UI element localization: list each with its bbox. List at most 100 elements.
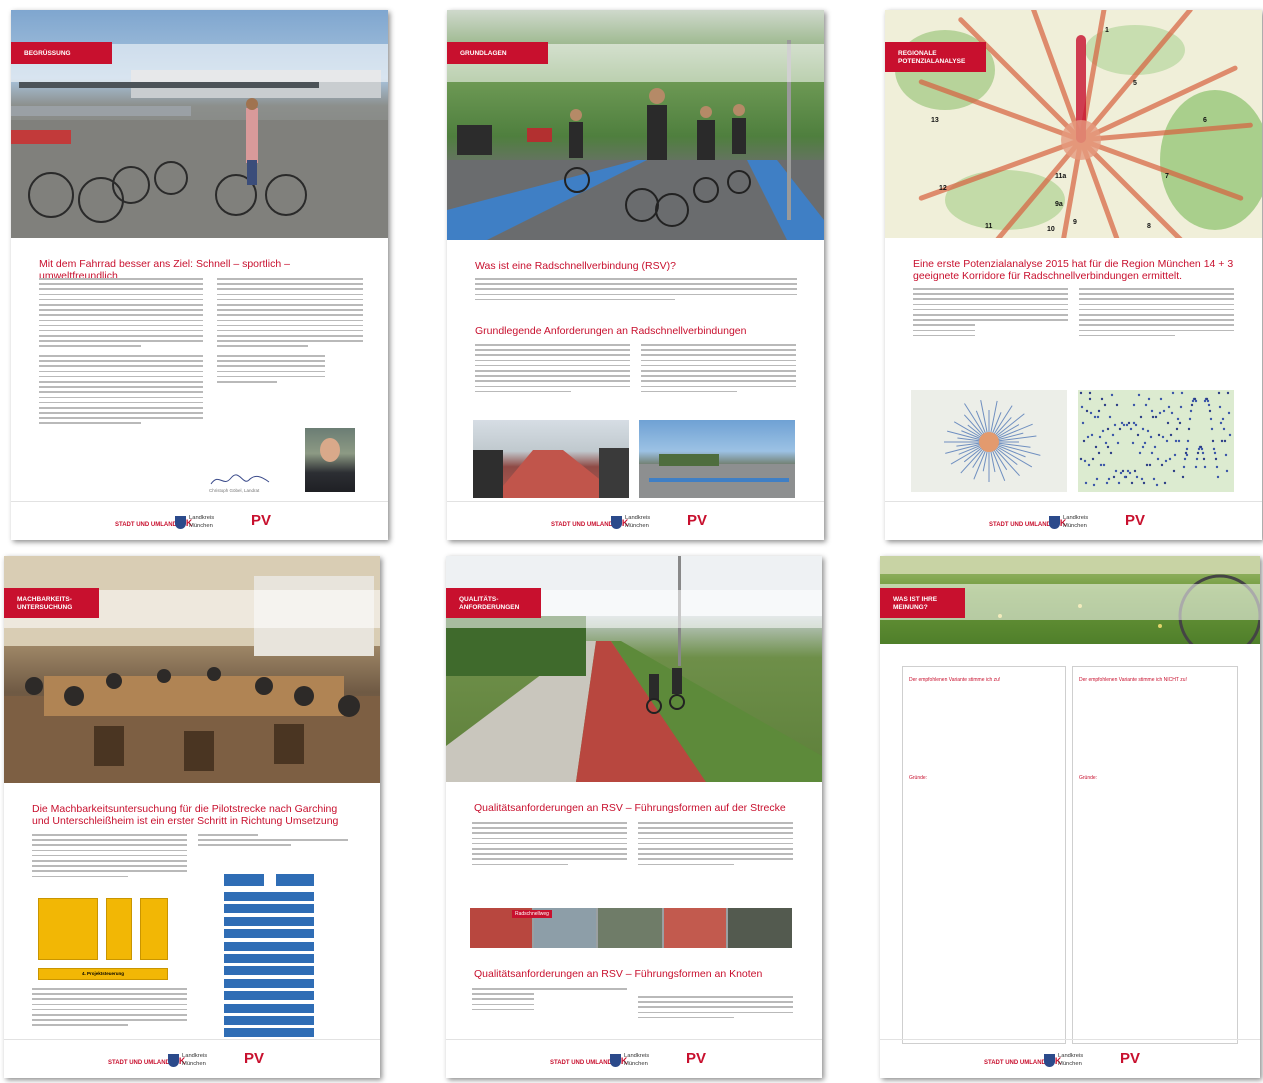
section-tag: Machbarkeits-untersuchung [4,588,99,618]
process-box-2 [106,898,132,960]
requirements-right [641,344,796,396]
poster-begruessung: Begrüssung Mit dem Fahrrad besser ans Zi… [11,10,388,540]
definition-text [475,278,797,304]
disagree-label: Der empfohlenen Variante stimme ich NICH… [1079,677,1187,683]
flow-step-box [224,991,314,1001]
requirements-left [475,344,630,396]
coat-of-arms-icon [611,516,622,530]
logo-landkreis: Landkreis München [1044,1053,1083,1068]
poster-meinung: Was ist Ihre Meinung? Der empfohlenen Va… [880,556,1260,1078]
poster-footer: STADT UND UMLAND SK Landkreis München PV [880,1039,1260,1078]
analysis-text-left [913,288,1068,340]
poster-grundlagen: Grundlagen Was ist eine Radschnellverbin… [447,10,824,540]
disagree-box[interactable]: Der empfohlenen Variante stimme ich NICH… [1072,666,1238,1044]
section-tag: Regionale Potenzialanalyse [885,42,986,72]
flow-step-box [224,966,314,976]
logo-landkreis: Landkreis München [175,515,214,530]
map-number-label: 6 [1203,117,1207,124]
coat-of-arms-icon [610,1054,621,1068]
agree-box[interactable]: Der empfohlenen Variante stimme ich zu! … [902,666,1066,1044]
map-demand [911,390,1067,492]
map-points [1078,390,1234,492]
section-tag: Begrüssung [11,42,112,64]
flow-step-box [224,1003,314,1013]
signature-scribble [210,474,270,485]
body-text-left [39,278,203,428]
logo-pv: PV [251,512,272,529]
map-number-label: 10 [1047,226,1055,233]
poster-footer: STADT UND UMLAND SK Landkreis München PV [11,501,388,540]
section-tag: Grundlagen [447,42,548,64]
logo-pv: PV [1125,512,1146,529]
process-bar: 4. Projektsteuerung [38,968,168,980]
logo-pv: PV [686,1050,707,1067]
logo-landkreis: Landkreis München [168,1053,207,1068]
track-text-left [472,822,627,869]
track-text-right [638,822,793,869]
coat-of-arms-icon [175,516,186,530]
section-tag: Was ist Ihre Meinung? [880,588,965,618]
section-tag: Qualitäts-anforderungen [446,588,541,618]
strip-label: Radschnellweg [512,910,552,918]
logo-pv: PV [244,1050,265,1067]
poster-footer: STADT UND UMLAND SK Landkreis München PV [885,501,1262,540]
map-number-label: 7 [1165,173,1169,180]
process-diagram: 4. Projektsteuerung [38,898,170,980]
map-number-label: 13 [931,117,939,124]
participation-text [32,988,187,1030]
body-text-right [217,278,363,386]
flow-step-box [224,978,314,988]
work-steps-text [198,834,348,850]
signature-name: Christoph Göbel, Landrat [209,488,260,493]
photo-junction [639,420,795,498]
poster-footer: STADT UND UMLAND SK Landkreis München PV [447,501,824,540]
portrait-photo [305,428,355,492]
logo-pv: PV [687,512,708,529]
poster-machbarkeitsuntersuchung: Machbarkeits-untersuchung Die Machbarkei… [4,556,380,1078]
flow-step-box [224,954,314,963]
poster-title: Eine erste Potenzialanalyse 2015 hat für… [913,258,1234,282]
flow-step-box [224,1016,314,1025]
agree-reasons-label: Gründe: [909,775,928,781]
coat-of-arms-icon [1049,516,1060,530]
process-box-1 [38,898,98,960]
poster-subtitle: Grundlegende Anforderungen an Radschnell… [475,325,747,337]
flow-step-box [224,904,314,914]
poster-title: Was ist eine Radschnellverbindung (RSV)? [475,260,676,272]
flow-step-box [224,892,314,901]
photo-red-path [473,420,629,498]
poster-footer: STADT UND UMLAND SK Landkreis München PV [4,1039,380,1078]
flow-chart [220,874,318,1042]
poster-footer: STADT UND UMLAND SK Landkreis München PV [446,1039,822,1078]
poster-subtitle: Qualitätsanforderungen an RSV – Führungs… [474,968,763,980]
logo-landkreis: Landkreis München [1049,515,1088,530]
logo-landkreis: Landkreis München [611,515,650,530]
map-number-label: 11a [1055,173,1066,180]
poster-title: Qualitätsanforderungen an RSV – Führungs… [474,802,786,814]
flow-step-box [224,1028,314,1038]
poster-potenzialanalyse: 1 5 6 7 8 9 9a 10 11 11a 12 13 Regionale Potenziala… [885,10,1262,540]
map-number-label: 12 [939,185,947,192]
cross-section-strip: Radschnellweg [470,908,792,948]
map-number-label: 9a [1055,201,1063,208]
flow-step-box [224,916,314,926]
map-number-label: 11 [985,223,993,230]
coat-of-arms-icon [168,1054,179,1068]
map-number-label: 8 [1147,223,1151,230]
poster-qualitaetsanforderungen: Qualitäts-anforderungen Qualitätsanforde… [446,556,822,1078]
map-number-label: 5 [1133,80,1137,87]
poster-title: Die Machbarkeitsuntersuchung für die Pil… [32,803,339,827]
agree-label: Der empfohlenen Variante stimme ich zu! [909,677,1001,683]
junction-text-left [472,988,627,1014]
junction-text-right [638,996,793,1022]
logo-pv: PV [1120,1050,1141,1067]
flow-step-box [224,929,314,939]
process-box-3 [140,898,168,960]
disagree-reasons-label: Gründe: [1079,775,1098,781]
map-number-label: 1 [1105,27,1109,34]
logo-landkreis: Landkreis München [610,1053,649,1068]
analysis-text-right [1079,288,1234,340]
map-number-label: 9 [1073,219,1077,226]
flow-step-box [224,941,314,951]
coat-of-arms-icon [1044,1054,1055,1068]
